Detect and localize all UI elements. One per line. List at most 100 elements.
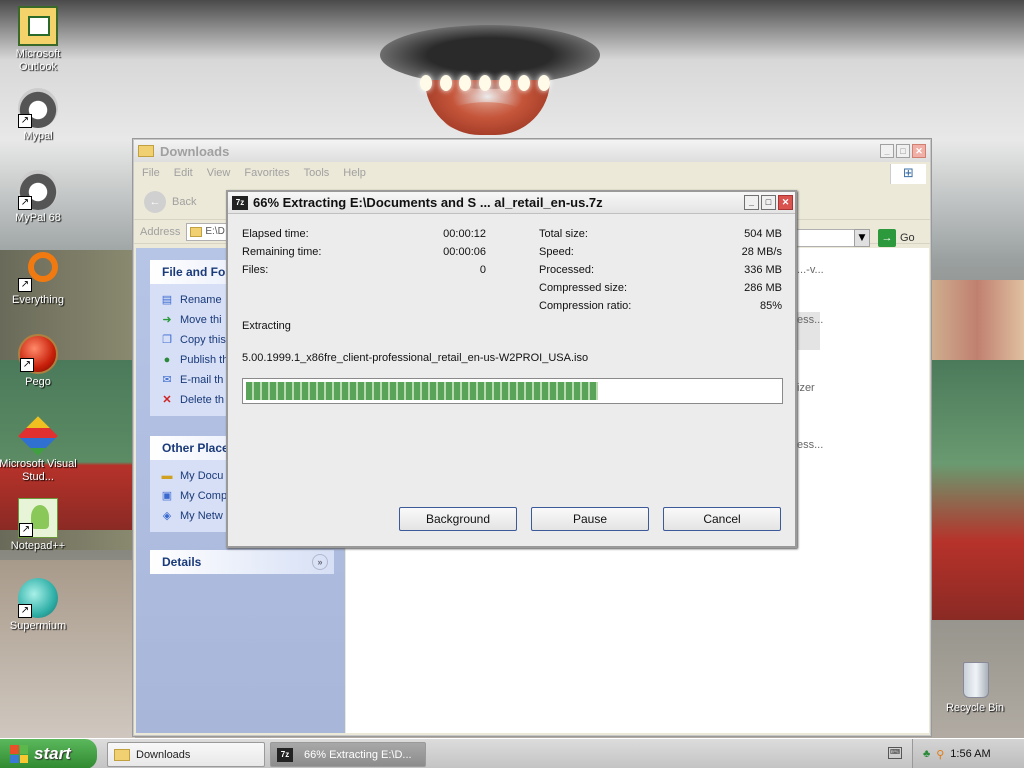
menu-edit[interactable]: Edit — [174, 167, 193, 179]
maximize-button[interactable]: □ — [761, 195, 776, 210]
7zip-icon: 7z — [232, 195, 248, 210]
windows-flag-icon — [10, 745, 28, 763]
remaining-value: 00:00:06 — [443, 246, 486, 258]
chevron-down-icon[interactable]: ▼ — [854, 229, 870, 247]
dialog-titlebar[interactable]: 7z 66% Extracting E:\Documents and S ...… — [228, 192, 795, 214]
desktop-icon-recycle-bin[interactable]: Recycle Bin — [935, 660, 1015, 715]
extract-progress-dialog[interactable]: 7z 66% Extracting E:\Documents and S ...… — [226, 190, 797, 548]
close-button[interactable]: ✕ — [778, 195, 793, 210]
compression-ratio-value: 85% — [759, 300, 782, 312]
maximize-button[interactable]: □ — [896, 144, 910, 158]
menu-tools[interactable]: Tools — [304, 167, 330, 179]
menu-view[interactable]: View — [207, 167, 231, 179]
taskbar-item-downloads[interactable]: Downloads — [107, 742, 265, 767]
close-button[interactable]: ✕ — [912, 144, 926, 158]
taskbar: start Downloads 7z 66% Extracting E:\D..… — [0, 738, 1024, 768]
total-size-label: Total size: — [539, 228, 588, 240]
shortcut-arrow-icon: ↗ — [18, 604, 32, 618]
red-ball-icon: ↗ — [18, 334, 58, 374]
address-value: E:\D — [205, 225, 225, 237]
raccoon-icon: ↗ — [18, 170, 58, 210]
processed-value: 336 MB — [744, 264, 782, 276]
compressed-size-value: 286 MB — [744, 282, 782, 294]
desktop-icon-mypal[interactable]: ↗ Mypal — [0, 88, 78, 143]
shortcut-arrow-icon: ↗ — [20, 358, 34, 372]
desktop-icon-label: Mypal — [23, 130, 53, 142]
desktop-icon-label: Everything — [12, 294, 64, 306]
keyboard-icon[interactable]: ⌨ — [888, 747, 902, 759]
chevron-down-icon[interactable]: » — [312, 554, 328, 570]
copy-icon: ❐ — [162, 334, 172, 346]
back-button-label[interactable]: Back — [172, 196, 196, 208]
desktop-icon-outlook[interactable]: Microsoft Outlook — [0, 6, 78, 74]
email-icon: ✉ — [162, 374, 172, 386]
compressed-size-label: Compressed size: — [539, 282, 628, 294]
current-filename: 5.00.1999.1_x86fre_client-professional_r… — [242, 352, 589, 364]
desktop-icon-visual-studio[interactable]: Microsoft Visual Stud... — [0, 416, 78, 484]
folder-icon — [114, 748, 130, 761]
back-arrow-icon[interactable]: ← — [144, 190, 166, 213]
network-icon: ◈ — [162, 510, 172, 522]
total-size-value: 504 MB — [744, 228, 782, 240]
shortcut-arrow-icon: ↗ — [18, 196, 32, 210]
desktop-icon-label: MyPal 68 — [15, 212, 61, 224]
outlook-icon — [18, 6, 58, 46]
shortcut-arrow-icon: ↗ — [19, 523, 33, 537]
status-text: Extracting — [242, 320, 291, 332]
shortcut-arrow-icon: ↗ — [18, 278, 32, 292]
folder-icon — [138, 145, 154, 157]
address-label: Address — [140, 225, 181, 238]
desktop-icon-mypal68[interactable]: ↗ MyPal 68 — [0, 170, 78, 225]
speed-value: 28 MB/s — [741, 246, 782, 258]
background-button[interactable]: Background — [399, 507, 517, 531]
globe-icon: ● — [163, 354, 171, 366]
recycle-bin-icon — [955, 660, 995, 700]
taskbar-item-label: Downloads — [136, 748, 191, 761]
computer-icon: ▣ — [161, 490, 173, 502]
go-label: Go — [900, 232, 915, 244]
desktop-icon-notepadpp[interactable]: ↗ Notepad++ — [0, 498, 78, 553]
file-name-fragment: ...-v... — [797, 264, 824, 276]
go-arrow-icon: → — [878, 229, 896, 247]
window-title: Downloads — [160, 143, 230, 159]
desktop-icon-pego[interactable]: ↗ Pego — [0, 334, 78, 389]
rename-icon: ▤ — [161, 294, 173, 306]
cancel-button[interactable]: Cancel — [663, 507, 781, 531]
menu-file[interactable]: File — [142, 167, 160, 179]
start-label: start — [34, 744, 71, 763]
shortcut-arrow-icon: ↗ — [18, 114, 32, 128]
go-button[interactable]: → Go — [878, 229, 915, 247]
network-tray-icon[interactable]: ♣ — [923, 748, 930, 760]
browser-sphere-icon: ↗ — [18, 578, 58, 618]
desktop-icon-label: Supermium — [9, 620, 67, 632]
desktop-icon-everything[interactable]: ↗ Everything — [0, 252, 78, 307]
search-tray-icon[interactable]: ⚲ — [936, 748, 944, 761]
notepad-icon: ↗ — [18, 498, 58, 538]
system-tray: ♣ ⚲ 1:56 AM — [912, 739, 1024, 768]
address-input-end[interactable] — [794, 229, 862, 247]
processed-label: Processed: — [539, 264, 595, 276]
files-label: Files: — [242, 264, 269, 276]
explorer-titlebar[interactable]: Downloads _ □ ✕ — [134, 140, 930, 162]
wallpaper-lights — [420, 75, 550, 95]
taskbar-item-extracting[interactable]: 7z 66% Extracting E:\D... — [270, 742, 426, 767]
panel-header[interactable]: Details» — [150, 550, 334, 574]
minimize-button[interactable]: _ — [744, 195, 759, 210]
menu-favorites[interactable]: Favorites — [244, 167, 289, 179]
files-value: 0 — [479, 264, 486, 276]
pause-button[interactable]: Pause — [531, 507, 649, 531]
clock[interactable]: 1:56 AM — [950, 748, 990, 760]
delete-x-icon: ✕ — [162, 394, 172, 406]
desktop-icon-supermium[interactable]: ↗ Supermium — [0, 578, 78, 633]
desktop-icon-label: Microsoft Outlook — [15, 48, 61, 73]
desktop-icon-label: Microsoft Visual Stud... — [0, 458, 77, 483]
start-button[interactable]: start — [0, 739, 97, 768]
minimize-button[interactable]: _ — [880, 144, 894, 158]
folder-icon — [190, 226, 203, 237]
speed-label: Speed: — [539, 246, 574, 258]
wallpaper-mural — [930, 280, 1024, 360]
desktop-icon-label: Recycle Bin — [945, 702, 1005, 714]
wallpaper-train-right — [930, 360, 1024, 620]
menu-help[interactable]: Help — [343, 167, 366, 179]
file-name-fragment: izer — [797, 382, 815, 394]
